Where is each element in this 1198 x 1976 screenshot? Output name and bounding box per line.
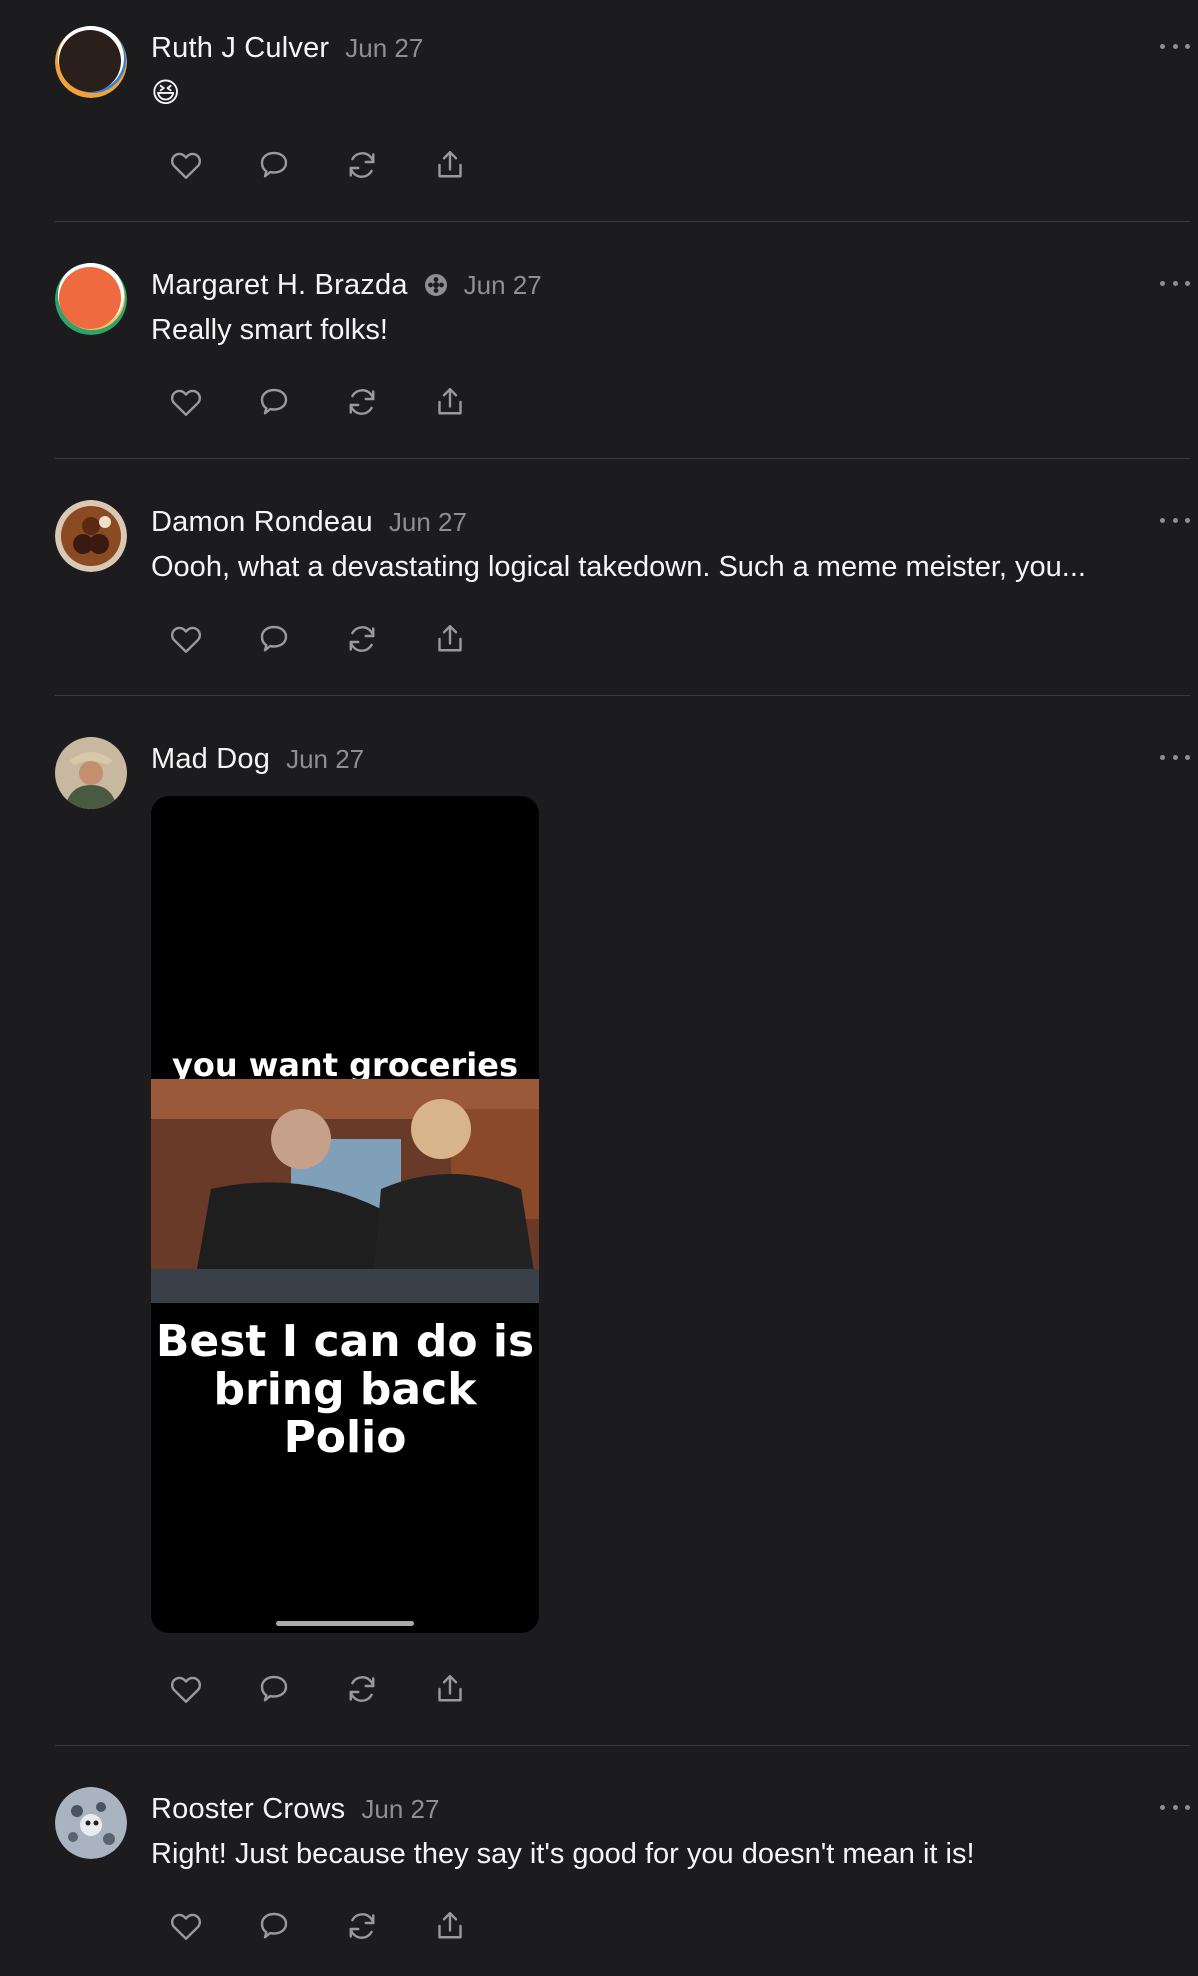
more-options-icon[interactable] bbox=[1160, 749, 1190, 765]
more-options-icon[interactable] bbox=[1160, 512, 1190, 528]
post-header: Mad Dog Jun 27 bbox=[151, 739, 364, 779]
avatar[interactable] bbox=[55, 500, 127, 572]
share-upload-icon[interactable] bbox=[431, 146, 469, 184]
refresh-arrows-icon[interactable] bbox=[343, 383, 381, 421]
comment-post: Margaret H. Brazda Jun 27 Really smart f… bbox=[55, 222, 1190, 459]
post-date[interactable]: Jun 27 bbox=[361, 1794, 439, 1825]
speech-bubble-icon[interactable] bbox=[255, 620, 293, 658]
comment-text: 😆 bbox=[151, 77, 181, 108]
speech-bubble-icon[interactable] bbox=[255, 1670, 293, 1708]
comment-text[interactable]: Oooh, what a devastating logical takedow… bbox=[151, 551, 1086, 584]
share-upload-icon[interactable] bbox=[431, 620, 469, 658]
video-scrub-handle[interactable] bbox=[276, 1621, 414, 1626]
speech-bubble-icon[interactable] bbox=[255, 383, 293, 421]
heart-icon[interactable] bbox=[167, 383, 205, 421]
share-upload-icon[interactable] bbox=[431, 383, 469, 421]
post-date[interactable]: Jun 27 bbox=[286, 744, 364, 775]
author-name[interactable]: Ruth J Culver bbox=[151, 32, 329, 65]
avatar[interactable] bbox=[55, 26, 127, 98]
author-name[interactable]: Rooster Crows bbox=[151, 1793, 345, 1826]
more-options-icon[interactable] bbox=[1160, 38, 1190, 54]
post-header: Margaret H. Brazda Jun 27 bbox=[151, 265, 542, 305]
meme-caption-bottom: Best I can do is bring back Polio bbox=[155, 1316, 535, 1463]
share-upload-icon[interactable] bbox=[431, 1907, 469, 1945]
action-bar bbox=[167, 146, 469, 184]
comment-post: Ruth J Culver Jun 27 😆 bbox=[55, 0, 1190, 222]
action-bar bbox=[167, 1907, 469, 1945]
share-upload-icon[interactable] bbox=[431, 1670, 469, 1708]
comment-post: Damon Rondeau Jun 27 Oooh, what a devast… bbox=[55, 459, 1190, 696]
speech-bubble-icon[interactable] bbox=[255, 146, 293, 184]
author-name[interactable]: Margaret H. Brazda bbox=[151, 269, 408, 302]
speech-bubble-icon[interactable] bbox=[255, 1907, 293, 1945]
refresh-arrows-icon[interactable] bbox=[343, 1670, 381, 1708]
action-bar bbox=[167, 383, 469, 421]
refresh-arrows-icon[interactable] bbox=[343, 620, 381, 658]
post-header: Ruth J Culver Jun 27 bbox=[151, 28, 423, 68]
action-bar bbox=[167, 1670, 469, 1708]
heart-icon[interactable] bbox=[167, 1907, 205, 1945]
post-header: Rooster Crows Jun 27 bbox=[151, 1789, 439, 1829]
heart-icon[interactable] bbox=[167, 146, 205, 184]
author-name[interactable]: Mad Dog bbox=[151, 743, 270, 776]
video-attachment[interactable]: you want groceries to be cheaper? Best I… bbox=[151, 796, 539, 1633]
post-date[interactable]: Jun 27 bbox=[345, 33, 423, 64]
heart-icon[interactable] bbox=[167, 1670, 205, 1708]
flower-badge-icon bbox=[424, 273, 448, 297]
author-name[interactable]: Damon Rondeau bbox=[151, 506, 373, 539]
post-date[interactable]: Jun 27 bbox=[464, 270, 542, 301]
avatar[interactable] bbox=[55, 263, 127, 335]
avatar[interactable] bbox=[55, 1787, 127, 1859]
heart-icon[interactable] bbox=[167, 620, 205, 658]
refresh-arrows-icon[interactable] bbox=[343, 146, 381, 184]
post-header: Damon Rondeau Jun 27 bbox=[151, 502, 467, 542]
comment-post: Rooster Crows Jun 27 Right! Just because… bbox=[55, 1746, 1190, 1976]
avatar[interactable] bbox=[55, 737, 127, 809]
comment-feed: Ruth J Culver Jun 27 😆 Margaret H. Brazd… bbox=[0, 0, 1198, 1976]
more-options-icon[interactable] bbox=[1160, 1799, 1190, 1815]
more-options-icon[interactable] bbox=[1160, 275, 1190, 291]
meme-photo bbox=[151, 1079, 539, 1303]
comment-text: Right! Just because they say it's good f… bbox=[151, 1838, 975, 1870]
action-bar bbox=[167, 620, 469, 658]
comment-text: Really smart folks! bbox=[151, 314, 388, 346]
refresh-arrows-icon[interactable] bbox=[343, 1907, 381, 1945]
post-date[interactable]: Jun 27 bbox=[389, 507, 467, 538]
comment-post: Mad Dog Jun 27 you want groceries to be … bbox=[55, 696, 1190, 1746]
